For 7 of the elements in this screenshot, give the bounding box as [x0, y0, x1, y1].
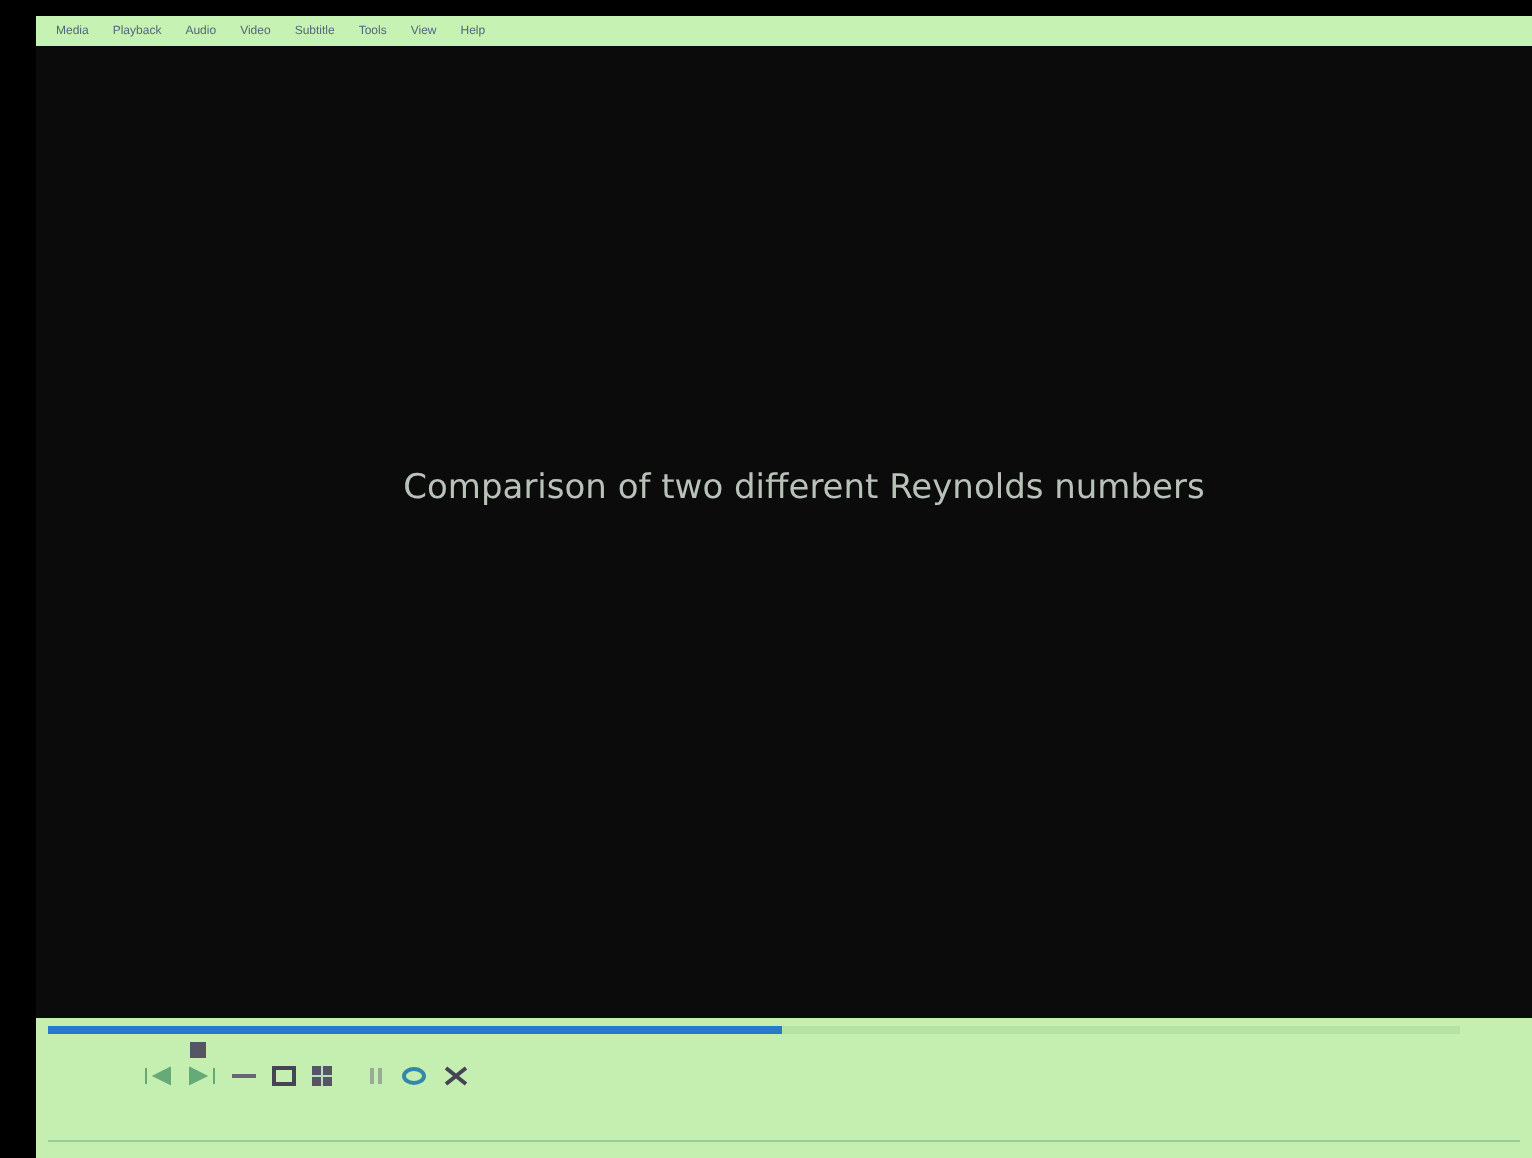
loop-icon[interactable]: [400, 1066, 428, 1086]
stop-icon[interactable]: [188, 1040, 208, 1060]
grid-icon[interactable]: [312, 1066, 332, 1086]
slide-caption: Comparison of two different Reynolds numbers: [403, 468, 1205, 508]
shuffle-icon[interactable]: [444, 1066, 468, 1086]
fullscreen-icon[interactable]: [272, 1066, 296, 1086]
seek-bar[interactable]: [48, 1026, 1460, 1034]
